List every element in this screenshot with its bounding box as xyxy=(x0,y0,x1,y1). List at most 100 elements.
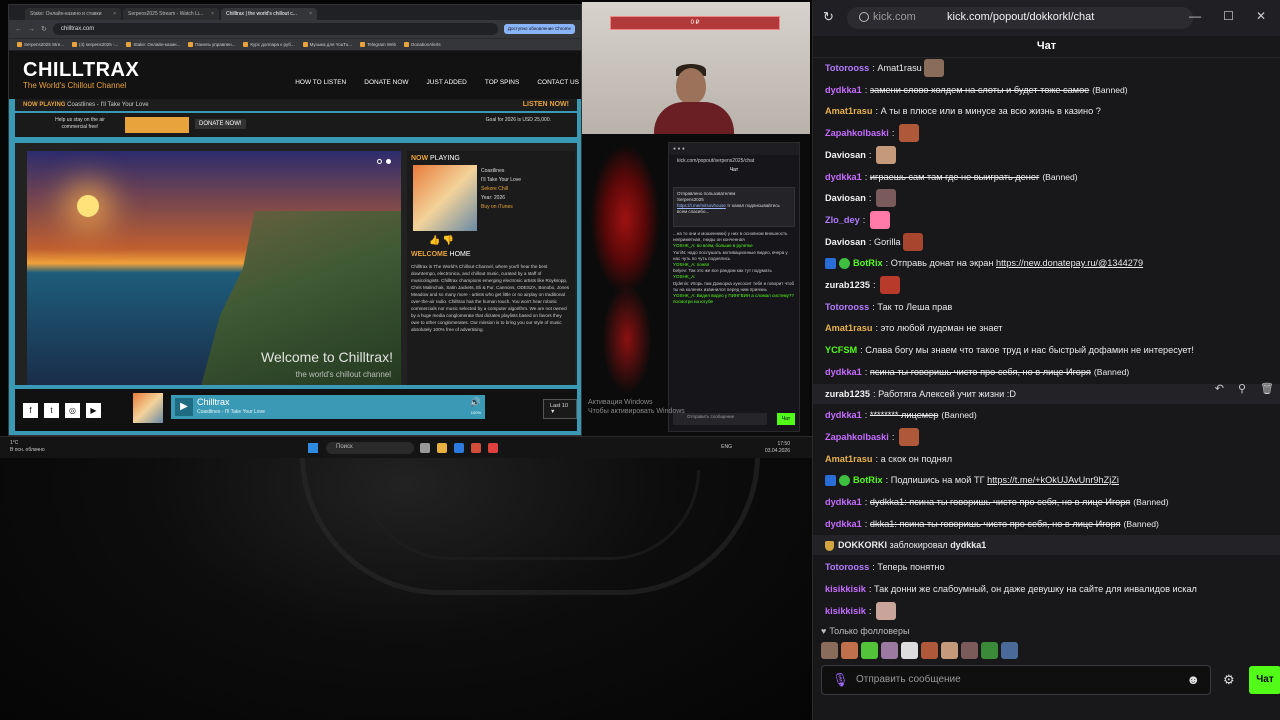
chat-message[interactable]: Amat1rasu: это любой лудоман не знает xyxy=(825,318,1003,338)
file-explorer-icon[interactable] xyxy=(437,443,447,453)
chat-link[interactable]: https://new.donatepay.ru/@1344279 xyxy=(996,253,1143,273)
gear-icon[interactable]: ⚙ xyxy=(1223,672,1235,688)
emote-icon[interactable] xyxy=(875,189,896,207)
bookmark[interactable]: Telegram Web xyxy=(360,42,396,47)
chrome-icon[interactable] xyxy=(471,443,481,453)
pinned-link[interactable]: https://t.me/mitsovhouse xyxy=(677,203,726,208)
buy-itunes-link[interactable]: Buy on iTunes xyxy=(481,203,521,212)
last-10-button[interactable]: Last 10 ▼ xyxy=(543,399,577,419)
chat-message[interactable]: YCFSM: Слава богу мы знаем что такое тру… xyxy=(825,340,1194,360)
emote-icon[interactable] xyxy=(981,642,998,659)
mini-chat-send[interactable]: Чат xyxy=(777,413,795,425)
chat-username[interactable]: Amat1rasu xyxy=(825,449,873,469)
minimize-icon[interactable]: — xyxy=(1189,9,1201,23)
emote-icon[interactable] xyxy=(941,642,958,659)
emote-icon[interactable] xyxy=(841,642,858,659)
language-indicator[interactable]: ENG xyxy=(721,444,732,451)
emote-icon[interactable] xyxy=(880,276,901,294)
close-icon[interactable]: ✕ xyxy=(1256,9,1266,23)
chat-input-box[interactable]: 🎙 Отправить сообщение ☻ xyxy=(821,665,1211,695)
emote-icon[interactable] xyxy=(902,233,923,251)
pin-icon[interactable]: ⚲ xyxy=(1238,382,1246,395)
chat-message[interactable]: Daviosan: xyxy=(825,188,896,208)
task-view-icon[interactable] xyxy=(420,443,430,453)
facebook-icon[interactable]: f xyxy=(23,403,38,418)
emote-icon[interactable] xyxy=(961,642,978,659)
chat-username[interactable]: Daviosan xyxy=(825,188,866,208)
chat-message[interactable]: Totorooss: Так то Леша прав xyxy=(825,297,952,317)
chat-username[interactable]: Daviosan xyxy=(825,145,866,165)
hero-slideshow[interactable]: Welcome to Chilltrax! the world's chillo… xyxy=(27,151,401,385)
update-notice[interactable]: Доступно обновление Chrome xyxy=(503,24,575,34)
browser-tab-active[interactable]: Chilltrax | the world's chillout c... × xyxy=(221,8,317,20)
chat-username[interactable]: Zapahkolbaski xyxy=(825,123,889,143)
site-logo[interactable]: CHILLTRAX xyxy=(23,59,139,82)
chat-message[interactable]: kisikkisik: Так донни же слабоумный, он … xyxy=(825,579,1197,599)
chat-username[interactable]: kisikkisik xyxy=(825,601,866,621)
emote-icon[interactable] xyxy=(875,602,896,620)
emoji-icon[interactable]: ☻ xyxy=(1186,672,1200,687)
obs-icon[interactable] xyxy=(488,443,498,453)
bookmark[interactable]: Музыка для YouTu... xyxy=(303,42,353,47)
microphone-icon[interactable]: 🎙 xyxy=(832,672,849,688)
chat-message[interactable]: dydkka1: dydkka1: псина ты говоришь чист… xyxy=(825,492,1169,512)
thumbs-down-icon[interactable]: 👎 xyxy=(443,235,454,245)
chat-message[interactable]: dydkka1: ******** лицемер (Banned) xyxy=(825,405,977,425)
emote-icon[interactable] xyxy=(861,642,878,659)
chat-message[interactable]: dydkka1: замени слово холдем на слоты и … xyxy=(825,80,1128,100)
chat-username[interactable]: YCFSM xyxy=(825,340,857,360)
emote-icon[interactable] xyxy=(898,124,919,142)
chat-message[interactable]: kisikkisik: xyxy=(825,601,896,621)
reply-icon[interactable]: ↶ xyxy=(1215,382,1224,395)
site-info-icon[interactable] xyxy=(859,12,869,22)
chat-username[interactable]: BotRix xyxy=(853,470,883,490)
bookmark[interactable]: Stake: Онлайн-казин... xyxy=(126,42,180,47)
chat-message[interactable]: dydkka1: dkka1: псина ты говоришь чисто … xyxy=(825,514,1159,534)
emote-icon[interactable] xyxy=(869,211,890,229)
listen-now-link[interactable]: LISTEN NOW! xyxy=(523,101,569,108)
twitter-icon[interactable]: t xyxy=(44,403,59,418)
bookmark[interactable]: DonationAlerts xyxy=(404,42,441,47)
chat-message[interactable]: Zapahkolbaski: xyxy=(825,427,919,447)
chat-username[interactable]: Amat1rasu xyxy=(825,318,873,338)
reload-icon[interactable]: ↻ xyxy=(41,25,47,33)
chat-message[interactable]: BotRix: Отправь донат на экран https://n… xyxy=(825,253,1143,273)
chat-message[interactable]: Totorooss: Amat1rasu xyxy=(825,58,944,78)
play-button[interactable]: ▶ xyxy=(175,398,193,416)
moderated-user[interactable]: dydkka1 xyxy=(950,540,986,550)
nav-top-spins[interactable]: TOP SPINS xyxy=(485,79,519,86)
chat-message[interactable]: BotRix: Подпишись на мой ТГ https://t.me… xyxy=(825,470,1119,490)
maximize-icon[interactable]: ☐ xyxy=(1223,9,1234,23)
forward-icon[interactable]: → xyxy=(28,26,35,33)
chat-message[interactable]: Totorooss: Теперь понятно xyxy=(825,557,945,577)
chat-username[interactable]: dydkka1 xyxy=(825,514,862,534)
chat-username[interactable]: Totorooss xyxy=(825,557,869,577)
chat-username[interactable]: Amat1rasu xyxy=(825,101,873,121)
bookmark[interactable]: Панель управлен... xyxy=(188,42,235,47)
chat-link[interactable]: https://t.me/+kOkUJAvUnr9hZjZi xyxy=(987,470,1119,490)
instagram-icon[interactable]: ◎ xyxy=(65,403,80,418)
chat-username[interactable]: zurab1235 xyxy=(825,275,870,295)
nav-contact-us[interactable]: CONTACT US xyxy=(537,79,579,86)
chat-username[interactable]: zurab1235 xyxy=(825,384,870,404)
track-label[interactable]: Sekore Chill xyxy=(481,185,521,194)
edge-icon[interactable] xyxy=(454,443,464,453)
chat-username[interactable]: Zapahkolbaski xyxy=(825,427,889,447)
emote-icon[interactable] xyxy=(921,642,938,659)
chat-message[interactable]: Daviosan: xyxy=(825,145,896,165)
chat-username[interactable]: Totorooss xyxy=(825,297,869,317)
chat-message[interactable]: dydkka1: играешь сам там где не выиграть… xyxy=(825,167,1078,187)
chat-username[interactable]: kisikkisik xyxy=(825,579,866,599)
emote-icon[interactable] xyxy=(898,428,919,446)
emote-icon[interactable] xyxy=(1001,642,1018,659)
chat-message[interactable]: Zlo_dey: xyxy=(825,210,890,230)
mini-chat-url[interactable]: kick.com/popout/serpens2025/chat xyxy=(669,155,799,167)
bookmark[interactable]: Курс доллара к руб... xyxy=(243,42,294,47)
bookmark[interactable]: Serpens2025 Stre... xyxy=(17,42,64,47)
emote-icon[interactable] xyxy=(901,642,918,659)
slide-dot-active[interactable] xyxy=(386,159,391,164)
bookmark[interactable]: (4) serpens2025 -... xyxy=(72,42,118,47)
emote-icon[interactable] xyxy=(875,146,896,164)
chat-username[interactable]: BotRix xyxy=(853,253,883,273)
chat-message[interactable]: Amat1rasu: А ты в плюсе или в минусе за … xyxy=(825,101,1101,121)
